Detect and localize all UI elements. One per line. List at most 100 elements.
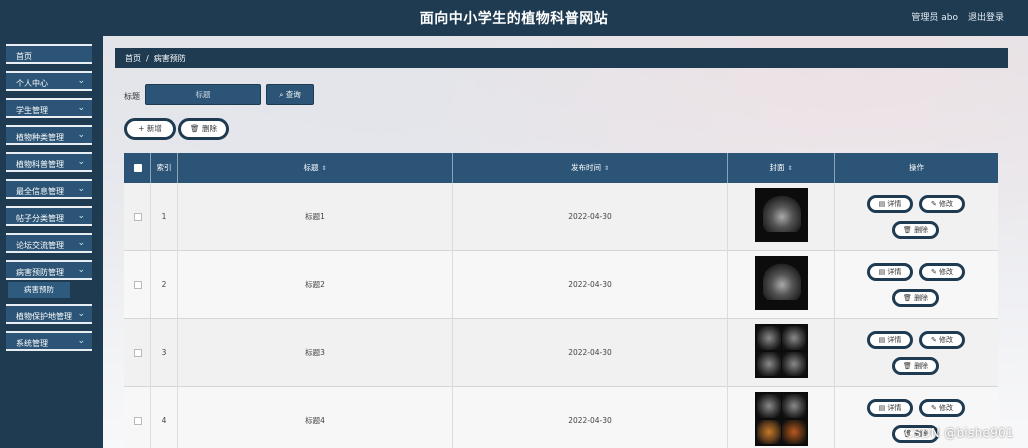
delete-button[interactable]: 🗑 删除	[892, 221, 939, 239]
detail-icon: ▤	[878, 404, 886, 412]
add-button[interactable]: + 新增	[124, 118, 176, 140]
cover-image[interactable]	[755, 188, 808, 242]
cover-image[interactable]	[755, 392, 808, 446]
col-date-label: 发布时间	[570, 163, 601, 172]
sidebar-item-plant-types[interactable]: 植物种类管理 ⌄	[6, 125, 92, 145]
sidebar-item-home[interactable]: 首页	[6, 44, 92, 64]
detail-button[interactable]: ▤ 详情	[867, 331, 913, 349]
trash-icon: 🗑	[902, 294, 912, 302]
row-checkbox[interactable]	[134, 213, 142, 221]
cover-image[interactable]	[755, 324, 808, 378]
chevron-down-icon: ⌄	[77, 184, 85, 194]
chevron-down-icon: ⌄	[77, 265, 85, 275]
table-row: 3 标题3 2022-04-30 ▤ 详情 ✎ 修改 🗑 删除	[124, 319, 998, 387]
chevron-down-icon: ⌄	[77, 336, 85, 346]
delete-button[interactable]: 🗑 删除	[892, 289, 939, 307]
row-cover-cell	[728, 251, 835, 319]
sidebar: 首页 个人中心 ⌄ 学生管理 ⌄ 植物种类管理 ⌄ 植物科普管理 ⌄ 最全信息管理 ⌄ 帖…	[0, 36, 102, 448]
edit-button-label: 修改	[939, 200, 954, 208]
breadcrumb-current: 病害预防	[153, 54, 186, 63]
edit-button-label: 修改	[939, 404, 954, 412]
row-checkbox[interactable]	[134, 281, 142, 289]
table-row: 4 标题4 2022-04-30 ▤ 详情 ✎ 修改 🗑 删除	[124, 387, 998, 448]
chevron-down-icon: ⌄	[77, 130, 85, 140]
col-actions: 操作	[909, 163, 924, 172]
trash-icon: 🗑	[902, 226, 912, 234]
trash-icon: 🗑	[190, 124, 200, 133]
site-title: 面向中小学生的植物科普网站	[419, 11, 609, 27]
current-user: 管理员 abo	[911, 13, 958, 23]
chevron-down-icon: ⌄	[77, 157, 85, 167]
detail-button[interactable]: ▤ 详情	[867, 195, 913, 213]
bulk-delete-button[interactable]: 🗑 删除	[178, 118, 229, 140]
scan-quadrant	[782, 420, 806, 444]
row-date: 2022-04-30	[453, 319, 728, 387]
watermark: CSDN @bishe901	[904, 426, 1014, 440]
col-title[interactable]: 标题 ⇕	[178, 153, 453, 183]
sidebar-item-label: 最全信息管理	[16, 187, 64, 196]
chevron-down-icon: ⌄	[77, 309, 85, 319]
row-title: 标题3	[178, 319, 453, 387]
delete-button-label: 删除	[914, 294, 929, 302]
col-cover[interactable]: 封面 ⇕	[728, 153, 835, 183]
sidebar-item-students[interactable]: 学生管理 ⌄	[6, 98, 92, 118]
edit-button-label: 修改	[939, 268, 954, 276]
row-checkbox[interactable]	[134, 349, 142, 357]
edit-icon: ✎	[930, 268, 937, 276]
detail-button[interactable]: ▤ 详情	[867, 399, 913, 417]
sidebar-item-protected-areas[interactable]: 植物保护地管理 ⌄	[6, 304, 92, 324]
sort-icon: ⇕	[321, 165, 327, 172]
cover-image[interactable]	[755, 256, 808, 310]
sort-icon: ⇕	[603, 165, 610, 172]
sidebar-item-plant-science[interactable]: 植物科普管理 ⌄	[6, 152, 92, 172]
logout-link[interactable]: 退出登录	[968, 10, 1004, 23]
row-checkbox[interactable]	[134, 417, 142, 425]
edit-button[interactable]: ✎ 修改	[919, 263, 965, 281]
sidebar-item-label: 学生管理	[16, 106, 48, 115]
breadcrumb-home[interactable]: 首页	[125, 54, 141, 63]
chevron-down-icon: ⌄	[77, 238, 85, 248]
sidebar-item-label: 植物保护地管理	[16, 312, 72, 321]
row-select-cell	[124, 183, 151, 251]
sidebar-item-label: 植物科普管理	[16, 160, 64, 169]
row-index: 1	[151, 183, 178, 251]
row-title: 标题2	[178, 251, 453, 319]
chevron-down-icon: ⌄	[77, 103, 85, 113]
sidebar-item-latest-info[interactable]: 最全信息管理 ⌄	[6, 179, 92, 199]
detail-button[interactable]: ▤ 详情	[867, 263, 913, 281]
select-all-cell	[124, 153, 151, 183]
data-table: 索引 标题 ⇕ 发布时间 ⇕ 封面 ⇕ 操作 1 标题1 2022-04-30 ▤ 详…	[124, 153, 998, 448]
select-all-checkbox[interactable]	[134, 164, 142, 172]
sidebar-item-disease-prevention[interactable]: 病害预防管理 ⌄	[6, 260, 92, 280]
sidebar-item-profile[interactable]: 个人中心 ⌄	[6, 71, 92, 91]
sidebar-item-post-categories[interactable]: 帖子分类管理 ⌄	[6, 206, 92, 226]
row-date: 2022-04-30	[453, 251, 728, 319]
sort-icon: ⇕	[787, 165, 793, 172]
scan-quadrant	[782, 352, 806, 376]
edit-button[interactable]: ✎ 修改	[919, 331, 965, 349]
detail-button-label: 详情	[887, 404, 902, 412]
breadcrumb-separator: /	[146, 54, 149, 63]
row-actions-cell: ▤ 详情 ✎ 修改 🗑 删除	[835, 251, 998, 319]
delete-button[interactable]: 🗑 删除	[892, 357, 939, 375]
delete-button-label: 删除	[914, 226, 929, 234]
sidebar-item-system[interactable]: 系统管理 ⌄	[6, 331, 92, 351]
col-date[interactable]: 发布时间 ⇕	[453, 153, 728, 183]
col-index: 索引	[151, 153, 178, 183]
submenu-item-disease-prevention[interactable]: 病害预防	[8, 282, 70, 298]
sidebar-item-label: 植物种类管理	[16, 133, 64, 142]
detail-button-label: 详情	[887, 336, 902, 344]
row-date: 2022-04-30	[453, 387, 728, 448]
edit-button[interactable]: ✎ 修改	[919, 195, 965, 213]
detail-icon: ▤	[878, 336, 886, 344]
chevron-down-icon: ⌄	[77, 211, 85, 221]
search-icon: ⌕	[279, 90, 284, 99]
row-select-cell	[124, 319, 151, 387]
sidebar-item-forum[interactable]: 论坛交流管理 ⌄	[6, 233, 92, 253]
trash-icon: 🗑	[902, 362, 912, 370]
search-input[interactable]: 标题	[145, 84, 261, 105]
detail-icon: ▤	[878, 268, 886, 276]
edit-button[interactable]: ✎ 修改	[919, 399, 965, 417]
ultrasound-graphic	[763, 194, 801, 232]
search-button[interactable]: ⌕ 查询	[266, 84, 314, 105]
